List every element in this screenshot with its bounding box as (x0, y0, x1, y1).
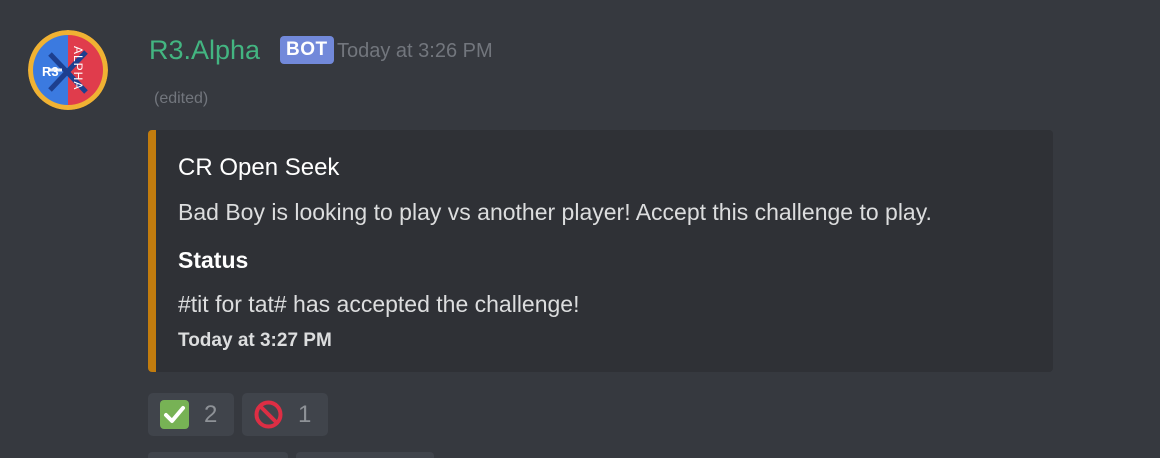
reaction-check[interactable]: 2 (148, 393, 234, 436)
reaction-count: 2 (204, 401, 218, 428)
next-element-edge (148, 452, 288, 458)
bot-avatar[interactable]: R3 ALPHA (28, 30, 108, 110)
svg-text:R3: R3 (42, 64, 59, 79)
no-entry-sign-icon (254, 400, 283, 429)
embed-field-name: Status (178, 247, 249, 273)
reaction-no-entry[interactable]: 1 (242, 393, 328, 436)
next-element-edge (296, 452, 434, 458)
author-username[interactable]: R3.Alpha (149, 33, 260, 67)
svg-text:ALPHA: ALPHA (71, 46, 85, 90)
reaction-count: 1 (298, 401, 312, 428)
chat-message: R3 ALPHA R3.Alpha BOT Today at 3:26 PM (… (0, 0, 1160, 458)
r3-alpha-logo-icon: R3 ALPHA (28, 30, 108, 110)
embed-description: Bad Boy is looking to play vs another pl… (178, 199, 932, 225)
embed-field-value: #tit for tat# has accepted the challenge… (178, 291, 580, 317)
edited-label: (edited) (154, 90, 209, 107)
message-timestamp[interactable]: Today at 3:26 PM (337, 38, 493, 64)
embed-title: CR Open Seek (178, 154, 340, 181)
rich-embed: CR Open Seek Bad Boy is looking to play … (148, 130, 1053, 372)
embed-footer-timestamp: Today at 3:27 PM (178, 330, 332, 351)
bot-tag: BOT (280, 36, 334, 64)
white-check-mark-icon (160, 400, 189, 429)
